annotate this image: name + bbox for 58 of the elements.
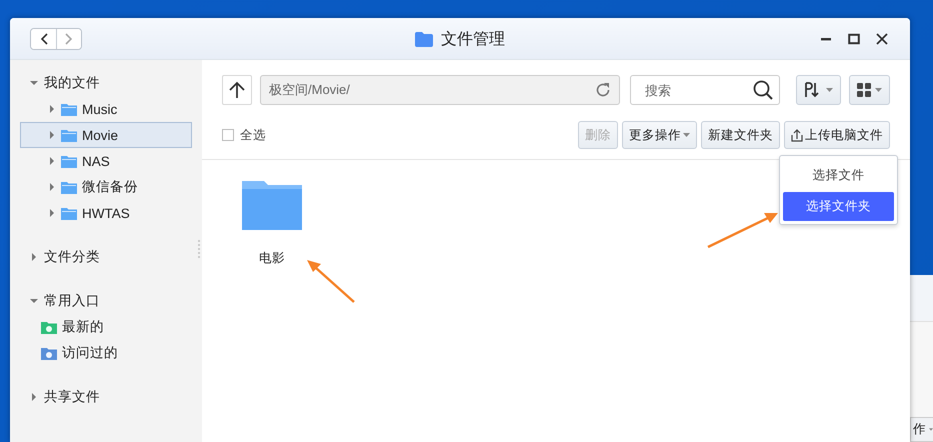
sidebar-group-label[interactable]: 共享文件 (44, 388, 100, 406)
collapsed-caret-icon[interactable] (48, 183, 56, 191)
collapsed-caret-icon[interactable] (48, 157, 56, 165)
sidebar-item[interactable]: NAS (20, 148, 192, 174)
sidebar-item[interactable]: Movie (20, 122, 192, 148)
sidebar-item[interactable]: 最新的 (20, 314, 192, 340)
caret-icon (826, 88, 833, 92)
grid-icon (857, 83, 871, 97)
sort-button[interactable] (796, 75, 841, 105)
close-button[interactable] (874, 30, 890, 46)
menu-item[interactable]: 选择文件夹 (783, 192, 894, 221)
maximize-icon (848, 32, 860, 44)
caret-icon (929, 426, 933, 432)
close-icon (876, 32, 888, 44)
folder-icon (61, 206, 77, 220)
sidebar-item[interactable]: Music (20, 96, 192, 122)
collapsed-caret-icon[interactable] (48, 105, 56, 113)
action-button[interactable]: 更多操作 (622, 121, 697, 149)
path-field[interactable]: 极空间/Movie/ (260, 75, 620, 105)
sidebar-group-label[interactable]: 文件分类 (44, 248, 100, 266)
upload-icon (791, 128, 803, 142)
refresh-icon[interactable] (595, 82, 611, 98)
expanded-caret-icon[interactable] (30, 79, 38, 87)
collapsed-caret-icon[interactable] (48, 209, 56, 217)
caret-icon (683, 133, 690, 137)
view-mode-button[interactable] (849, 75, 890, 105)
window-title: 文件管理 (441, 30, 505, 50)
folder-icon (61, 102, 77, 116)
up-arrow-icon (229, 81, 245, 99)
collapsed-caret-icon[interactable] (30, 253, 38, 261)
checkbox[interactable] (222, 129, 234, 141)
search-input[interactable]: 搜索 (643, 82, 753, 98)
action-button[interactable]: 新建文件夹 (701, 121, 780, 149)
collapsed-caret-icon[interactable] (48, 131, 56, 139)
folder-icon[interactable] (242, 180, 302, 230)
chevron-left-icon (40, 32, 48, 44)
select-all-label[interactable]: 全选 (240, 126, 266, 144)
sidebar-item[interactable]: 访问过的 (20, 340, 192, 366)
dropdown-button[interactable]: 作 (910, 416, 933, 442)
folder-icon (61, 154, 77, 168)
collapsed-caret-icon[interactable] (30, 393, 38, 401)
folder-clock-icon (41, 320, 57, 334)
chevron-right-icon (65, 32, 73, 44)
search-icon[interactable] (753, 80, 773, 100)
search-field[interactable]: 搜索 (630, 75, 780, 105)
up-button[interactable] (222, 75, 252, 105)
expanded-caret-icon[interactable] (30, 297, 38, 305)
folder-clock-icon (41, 346, 57, 360)
sidebar-group-label[interactable]: 常用入口 (44, 292, 100, 310)
folder-icon (415, 32, 433, 46)
sidebar-item[interactable]: HWTAS (20, 200, 192, 226)
caret-icon (875, 88, 882, 92)
sidebar-group-label[interactable]: 我的文件 (44, 74, 100, 92)
action-button[interactable]: 上传电脑文件 (784, 121, 890, 149)
folder-icon (61, 128, 77, 142)
folder-icon (61, 180, 77, 194)
sidebar-item[interactable]: 微信备份 (20, 174, 192, 200)
file-name[interactable]: 电影 (259, 250, 285, 267)
